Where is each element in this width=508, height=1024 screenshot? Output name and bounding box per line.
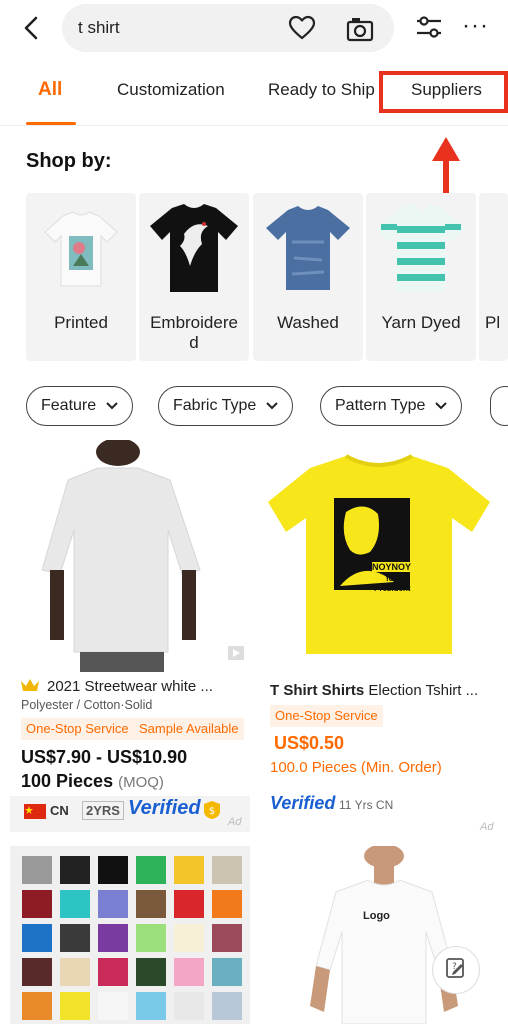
search-query: t shirt bbox=[78, 18, 120, 37]
product-moq: 100.0 Pieces (Min. Order) bbox=[270, 759, 442, 776]
category-label: Printed bbox=[54, 313, 108, 332]
category-washed[interactable]: Washed bbox=[253, 193, 363, 361]
verified-badge: Verified bbox=[270, 793, 336, 813]
product-card[interactable]: Logo ? bbox=[260, 846, 500, 1024]
partial-tshirt-image bbox=[479, 193, 508, 303]
category-embroidered[interactable]: Embroidere d bbox=[139, 193, 249, 361]
tab-all[interactable]: All bbox=[38, 79, 62, 101]
filter-label: Fabric Type bbox=[173, 397, 257, 414]
product-card[interactable] bbox=[10, 846, 250, 1024]
active-tab-indicator bbox=[26, 122, 76, 125]
product-subtitle: Polyester / Cotton·Solid bbox=[21, 698, 153, 712]
verified-badge: Verified bbox=[128, 797, 201, 819]
category-partial[interactable]: Pl bbox=[479, 193, 508, 361]
tag-sample: Sample Available bbox=[134, 718, 244, 740]
filter-label: Pattern Type bbox=[335, 397, 426, 414]
product-moq: 100 Pieces (MOQ) bbox=[21, 771, 164, 792]
product-title: 2021 Streetwear white ... bbox=[47, 678, 213, 695]
category-printed[interactable]: Printed bbox=[26, 193, 136, 361]
filter-fabric-type[interactable]: Fabric Type bbox=[158, 386, 294, 426]
tab-ready-to-ship[interactable]: Ready to Ship bbox=[268, 80, 375, 100]
annotation-highlight-box bbox=[379, 71, 508, 113]
product-image: NOYNOY for President bbox=[260, 440, 500, 672]
washed-tshirt-image bbox=[253, 193, 363, 303]
crown-icon bbox=[20, 677, 40, 698]
gold-supplier-icon: $ bbox=[203, 800, 221, 825]
header: t shirt ··· bbox=[0, 0, 508, 58]
product-image: Logo bbox=[260, 846, 500, 1024]
printed-tshirt-image bbox=[26, 193, 136, 303]
chevron-down-icon bbox=[106, 399, 118, 413]
embroidered-tshirt-image bbox=[139, 193, 249, 303]
svg-text:$: $ bbox=[209, 806, 215, 817]
filter-settings-icon[interactable] bbox=[415, 14, 443, 45]
filter-pattern-type[interactable]: Pattern Type bbox=[320, 386, 463, 426]
back-arrow-icon[interactable] bbox=[20, 14, 44, 42]
supplier-info: 11 Yrs CN bbox=[339, 798, 394, 812]
product-image bbox=[10, 440, 250, 672]
china-flag-icon bbox=[24, 804, 46, 824]
moq-quantity: 100 Pieces bbox=[21, 771, 114, 791]
feedback-edit-icon: ? bbox=[445, 957, 467, 984]
country-code: CN bbox=[50, 803, 69, 818]
product-card[interactable]: 2021 Streetwear white ... Polyester / Co… bbox=[10, 440, 250, 832]
ad-label: Ad bbox=[228, 816, 242, 828]
shirt-print-text: NOYNOY bbox=[372, 562, 412, 572]
category-label: Washed bbox=[277, 313, 339, 332]
shirt-logo-text: Logo bbox=[363, 910, 390, 922]
more-options-icon[interactable]: ··· bbox=[462, 12, 489, 40]
category-label: Embroidere d bbox=[150, 313, 238, 352]
product-card[interactable]: NOYNOY for President T Shirt Shirts Elec… bbox=[260, 440, 500, 833]
category-label: Yarn Dyed bbox=[381, 313, 461, 332]
heart-icon[interactable] bbox=[288, 15, 316, 46]
search-input[interactable]: t shirt bbox=[62, 4, 394, 52]
filter-feature[interactable]: Feature bbox=[26, 386, 134, 426]
moq-label: (MOQ) bbox=[118, 774, 164, 791]
filter-label: Feature bbox=[41, 397, 97, 414]
product-price: US$7.90 - US$10.90 bbox=[21, 747, 188, 767]
product-title: T Shirt Shirts Election Tshirt ... bbox=[270, 682, 496, 699]
colorful-tshirts-image bbox=[10, 846, 250, 1024]
shirt-print-text: for bbox=[386, 574, 397, 583]
title-rest: Election Tshirt ... bbox=[364, 682, 479, 699]
category-label: Pl bbox=[485, 313, 501, 332]
chevron-down-icon bbox=[435, 399, 448, 413]
tab-bar: All Customization Ready to Ship Supplier… bbox=[0, 58, 508, 126]
tag-one-stop: One-Stop Service bbox=[21, 718, 134, 740]
years-badge: 2YRS bbox=[82, 801, 124, 820]
tag-one-stop: One-Stop Service bbox=[270, 705, 383, 727]
filter-partial[interactable] bbox=[490, 386, 508, 426]
chevron-down-icon bbox=[266, 399, 279, 413]
feedback-button[interactable]: ? bbox=[432, 946, 480, 994]
ad-label: Ad bbox=[480, 821, 494, 833]
category-yarn-dyed[interactable]: Yarn Dyed bbox=[366, 193, 476, 361]
yarn-dyed-polo-image bbox=[366, 193, 476, 303]
svg-text:?: ? bbox=[452, 962, 457, 972]
tab-customization[interactable]: Customization bbox=[117, 80, 225, 100]
product-price: US$0.50 bbox=[274, 733, 345, 753]
title-bold: T Shirt Shirts bbox=[270, 682, 365, 699]
shirt-print-text: President bbox=[374, 584, 411, 593]
camera-icon[interactable] bbox=[346, 16, 374, 47]
shop-by-title: Shop by: bbox=[26, 150, 112, 172]
